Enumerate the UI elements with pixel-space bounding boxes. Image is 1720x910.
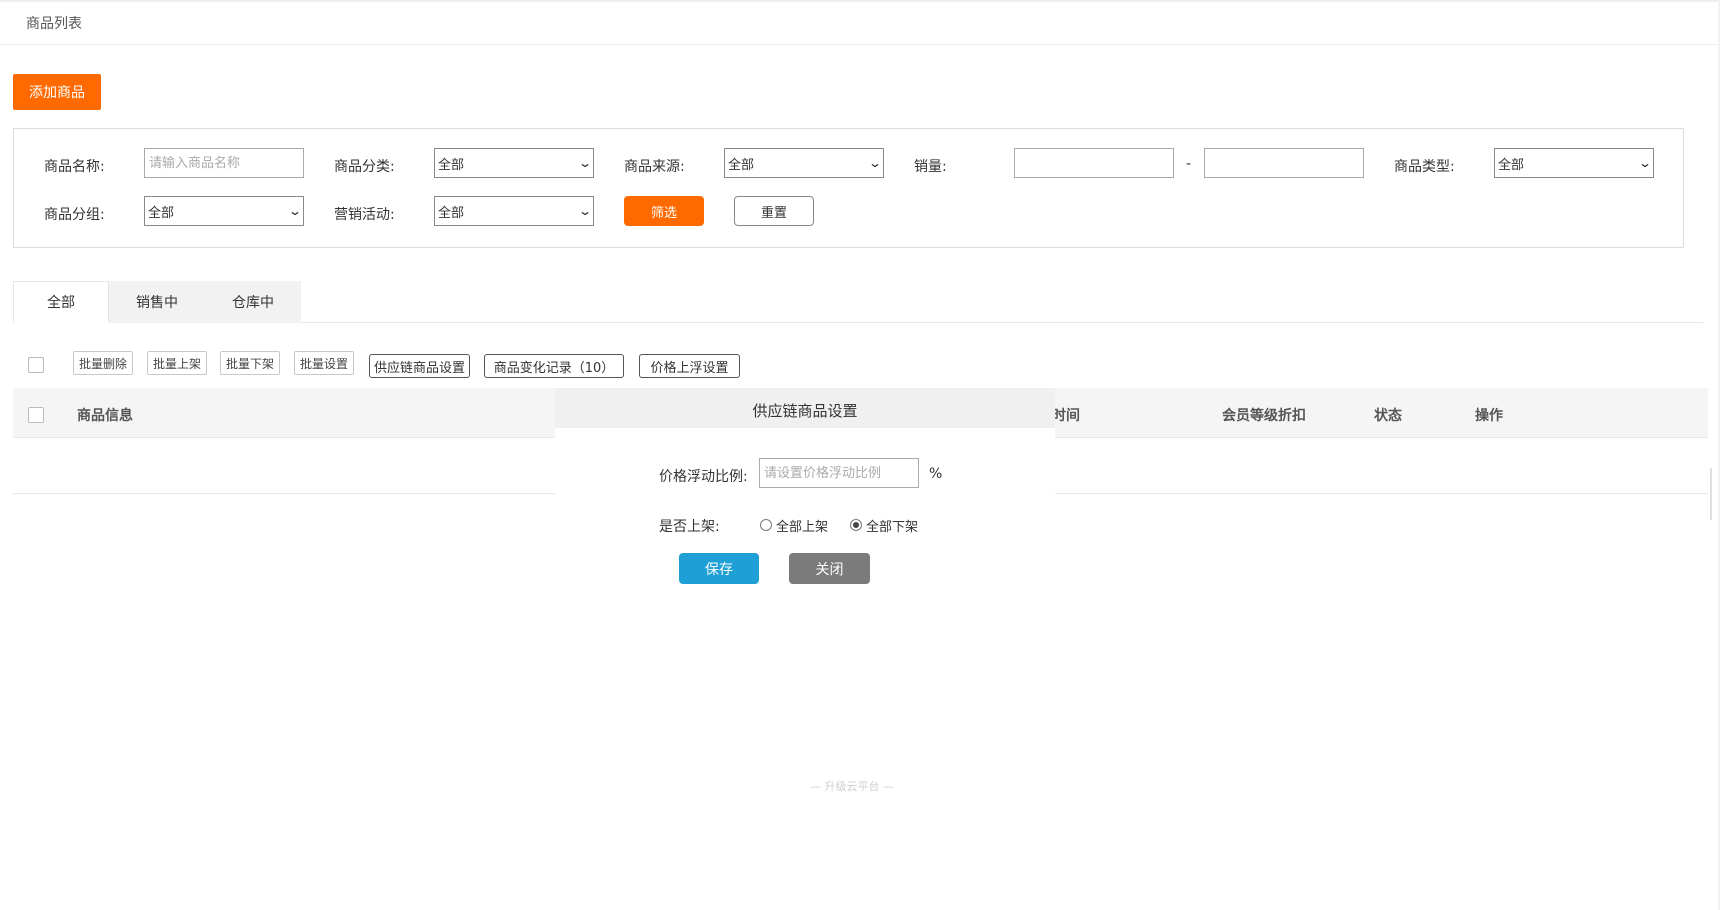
category-select[interactable]: 全部 ⌄ (434, 148, 594, 178)
shelf-status-label: 是否上架: (659, 519, 720, 535)
page-title-bar (0, 0, 1720, 45)
column-header-actions: 操作 (1475, 408, 1503, 424)
chevron-down-icon: ⌄ (1637, 156, 1653, 170)
tab-all[interactable]: 全部 (13, 281, 109, 323)
marketing-select-value: 全部 (438, 205, 465, 221)
category-label: 商品分类: (334, 159, 395, 175)
chevron-down-icon: ⌄ (287, 204, 303, 218)
product-type-select-value: 全部 (1498, 157, 1525, 173)
column-header-member-discount: 会员等级折扣 (1222, 408, 1306, 424)
close-button[interactable]: 关闭 (789, 553, 870, 584)
source-label: 商品来源: (624, 159, 685, 175)
price-float-ratio-input[interactable] (759, 458, 919, 488)
chevron-down-icon: ⌄ (867, 156, 883, 170)
sales-max-input[interactable] (1204, 148, 1364, 178)
filter-button[interactable]: 筛选 (624, 196, 704, 226)
radio-all-off-shelf[interactable] (850, 519, 862, 531)
reset-button[interactable]: 重置 (734, 196, 814, 226)
page-title: 商品列表 (26, 16, 82, 32)
product-group-select-value: 全部 (148, 205, 175, 221)
change-log-button[interactable]: 商品变化记录（10） (484, 354, 624, 378)
product-group-label: 商品分组: (44, 207, 105, 223)
batch-delete-button[interactable]: 批量删除 (73, 351, 133, 375)
batch-settings-button[interactable]: 批量设置 (294, 351, 354, 375)
scrollbar[interactable] (1710, 468, 1712, 520)
sales-range-separator: - (1186, 156, 1192, 172)
add-product-button[interactable]: 添加商品 (13, 74, 101, 110)
select-all-checkbox[interactable] (28, 357, 44, 373)
table-select-all-checkbox[interactable] (28, 407, 44, 423)
filter-panel (13, 128, 1684, 248)
column-header-time: 时间 (1052, 408, 1080, 424)
product-group-select[interactable]: 全部 ⌄ (144, 196, 304, 226)
supply-chain-settings-button[interactable]: 供应链商品设置 (369, 354, 470, 378)
source-select[interactable]: 全部 ⌄ (724, 148, 884, 178)
batch-off-shelf-button[interactable]: 批量下架 (220, 351, 280, 375)
product-type-label: 商品类型: (1394, 159, 1455, 175)
percent-sign: % (929, 466, 943, 482)
product-name-label: 商品名称: (44, 159, 105, 175)
tab-on-sale[interactable]: 销售中 (109, 281, 205, 323)
sales-min-input[interactable] (1014, 148, 1174, 178)
column-header-status: 状态 (1374, 408, 1402, 424)
radio-all-on-shelf[interactable] (760, 519, 772, 531)
marketing-select[interactable]: 全部 ⌄ (434, 196, 594, 226)
category-select-value: 全部 (438, 157, 465, 173)
batch-on-shelf-button[interactable]: 批量上架 (147, 351, 207, 375)
all-off-shelf-label[interactable]: 全部下架 (866, 516, 918, 535)
price-float-ratio-label: 价格浮动比例: (659, 469, 748, 485)
price-float-settings-button[interactable]: 价格上浮设置 (639, 354, 740, 378)
save-button[interactable]: 保存 (679, 553, 759, 584)
modal-title: 供应链商品设置 (752, 402, 858, 420)
column-header-product-info: 商品信息 (77, 408, 133, 424)
chevron-down-icon: ⌄ (577, 156, 593, 170)
source-select-value: 全部 (728, 157, 755, 173)
footer-watermark: — 升级云平台 — (810, 780, 894, 793)
marketing-label: 营销活动: (334, 207, 395, 223)
all-on-shelf-label[interactable]: 全部上架 (776, 516, 828, 535)
chevron-down-icon: ⌄ (577, 204, 593, 218)
product-name-input[interactable] (144, 148, 304, 178)
tab-warehouse[interactable]: 仓库中 (205, 281, 301, 323)
sales-label: 销量: (914, 159, 947, 175)
product-type-select[interactable]: 全部 ⌄ (1494, 148, 1654, 178)
